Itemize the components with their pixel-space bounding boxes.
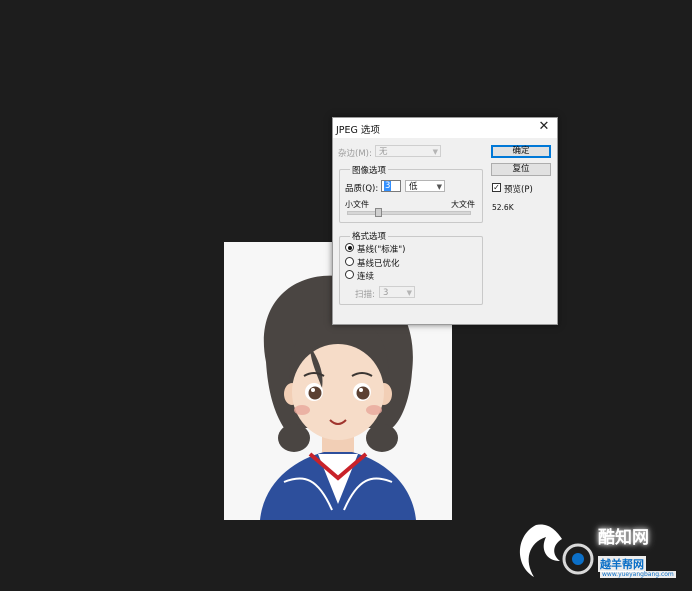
- matte-select[interactable]: 无 ▼: [375, 145, 441, 157]
- dialog-title: JPEG 选项: [336, 125, 380, 136]
- quality-preset-select[interactable]: 低 ▼: [405, 180, 445, 192]
- preview-label: 预览(P): [504, 185, 533, 195]
- scans-label: 扫描:: [355, 290, 375, 300]
- watermark-line1: 酷知网: [598, 528, 649, 548]
- format-options-title: 格式选项: [350, 230, 389, 242]
- checkmark-icon: ✓: [493, 183, 500, 192]
- small-file-label: 小文件: [345, 200, 369, 209]
- baseline-standard-radio[interactable]: [345, 243, 354, 252]
- dialog-titlebar[interactable]: JPEG 选项 ✕: [333, 118, 557, 138]
- quality-preset-value: 低: [409, 182, 418, 192]
- quality-slider-handle[interactable]: [374, 208, 382, 217]
- watermark-url: www.yueyangbang.com: [600, 571, 676, 578]
- large-file-label: 大文件: [451, 200, 475, 209]
- quality-label: 品质(Q):: [345, 184, 379, 194]
- watermark-line2: 越羊帮网: [598, 556, 646, 572]
- progressive-label: 连续: [357, 272, 375, 282]
- scans-value: 3: [383, 288, 389, 298]
- baseline-optimized-label: 基线已优化: [357, 259, 400, 269]
- file-size-readout: 52.6K: [492, 203, 514, 212]
- quality-value: 3: [384, 181, 392, 191]
- image-options-title: 图像选项: [350, 164, 389, 176]
- baseline-standard-label: 基线("标准"): [357, 245, 406, 255]
- reset-button[interactable]: 复位: [491, 163, 551, 176]
- chevron-down-icon: ▼: [432, 148, 438, 156]
- baseline-optimized-radio[interactable]: [345, 257, 354, 266]
- progressive-radio[interactable]: [345, 270, 354, 279]
- chevron-down-icon: ▼: [436, 183, 442, 191]
- preview-checkbox[interactable]: ✓: [492, 183, 501, 192]
- close-icon[interactable]: ✕: [537, 120, 551, 134]
- scans-select[interactable]: 3 ▼: [379, 286, 415, 298]
- jpeg-options-dialog: JPEG 选项 ✕ 杂边(M): 无 ▼ 确定 复位 ✓ 预览(P) 52.6K…: [332, 117, 558, 325]
- ok-button[interactable]: 确定: [491, 145, 551, 158]
- chevron-down-icon: ▼: [406, 289, 412, 297]
- watermark: 酷知网 越羊帮网 www.yueyangbang.com: [506, 515, 686, 587]
- matte-value: 无: [379, 147, 388, 157]
- quality-slider-track[interactable]: [347, 211, 471, 215]
- quality-input[interactable]: 3: [381, 180, 401, 192]
- swirl-logo-icon: [519, 524, 594, 577]
- matte-label: 杂边(M):: [338, 149, 372, 159]
